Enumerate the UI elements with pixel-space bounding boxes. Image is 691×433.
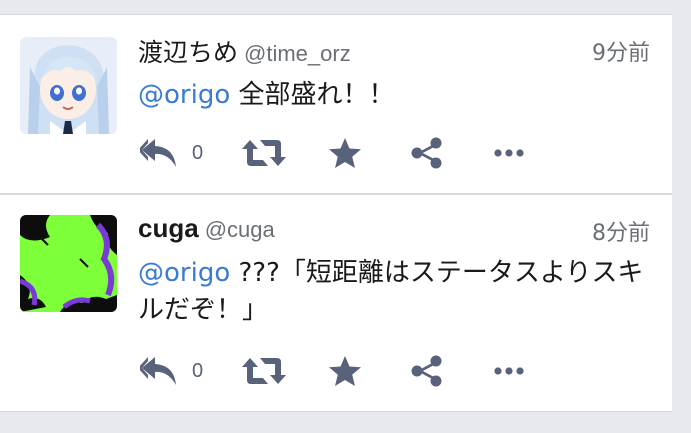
mention-link[interactable]: @origo bbox=[138, 258, 230, 288]
favorite-button[interactable] bbox=[328, 133, 362, 173]
reply-button[interactable]: 0 bbox=[140, 133, 203, 173]
user-avatar[interactable] bbox=[20, 215, 117, 312]
timeline: 渡辺ちめ @time_orz 9分前 @origo 全部盛れ！！ 0 cuga … bbox=[0, 0, 691, 433]
reply-button[interactable]: 0 bbox=[140, 351, 203, 391]
retweet-icon bbox=[242, 140, 286, 166]
favorite-button[interactable] bbox=[328, 351, 362, 391]
tweet-header: cuga @cuga 8分前 bbox=[138, 213, 650, 247]
more-button[interactable] bbox=[494, 133, 524, 173]
more-dots-icon bbox=[494, 149, 524, 157]
tweet-body: 全部盛れ！！ bbox=[230, 80, 395, 110]
tweet-actions: 0 bbox=[140, 351, 540, 391]
tweet-header: 渡辺ちめ @time_orz 9分前 bbox=[138, 33, 650, 67]
timestamp[interactable]: 9分前 bbox=[592, 35, 650, 67]
screen-name[interactable]: @cuga bbox=[205, 217, 275, 242]
more-button[interactable] bbox=[494, 351, 524, 391]
share-button[interactable] bbox=[410, 133, 444, 173]
tweet-actions: 0 bbox=[140, 133, 540, 173]
reply-count: 0 bbox=[192, 141, 204, 164]
share-button[interactable] bbox=[410, 351, 444, 391]
retweet-icon bbox=[242, 358, 286, 384]
reply-count: 0 bbox=[192, 359, 204, 382]
star-icon bbox=[329, 356, 361, 386]
star-icon bbox=[329, 138, 361, 168]
reply-icon bbox=[140, 357, 176, 385]
tweet-card[interactable]: cuga @cuga 8分前 @origo ???「短距離はステータスよりスキルだ… bbox=[0, 194, 672, 412]
share-icon bbox=[411, 137, 442, 169]
green-black-avatar-icon bbox=[20, 215, 117, 312]
anime-avatar-icon bbox=[20, 37, 117, 134]
display-name[interactable]: cuga bbox=[138, 213, 199, 243]
screen-name[interactable]: @time_orz bbox=[244, 41, 351, 66]
share-icon bbox=[411, 355, 442, 387]
tweet-text: @origo ???「短距離はステータスよりスキルだぞ！」 bbox=[138, 255, 644, 329]
retweet-button[interactable] bbox=[242, 133, 286, 173]
reply-icon bbox=[140, 139, 176, 167]
display-name[interactable]: 渡辺ちめ bbox=[138, 38, 238, 67]
tweet-text: @origo 全部盛れ！！ bbox=[138, 77, 644, 114]
retweet-button[interactable] bbox=[242, 351, 286, 391]
timestamp[interactable]: 8分前 bbox=[592, 215, 650, 247]
more-dots-icon bbox=[494, 367, 524, 375]
user-avatar[interactable] bbox=[20, 37, 117, 134]
mention-link[interactable]: @origo bbox=[138, 80, 230, 110]
tweet-card[interactable]: 渡辺ちめ @time_orz 9分前 @origo 全部盛れ！！ 0 bbox=[0, 14, 672, 194]
